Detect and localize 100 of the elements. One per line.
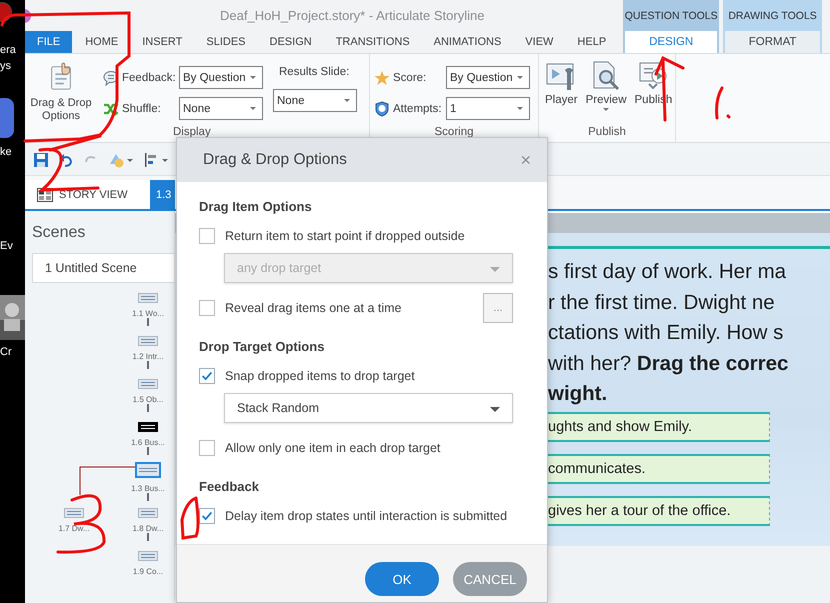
group-label: Publish bbox=[587, 126, 627, 140]
desktop-label: Ev bbox=[0, 240, 13, 253]
app-icon[interactable] bbox=[0, 98, 14, 138]
story-view-tab[interactable]: STORY VIEW bbox=[25, 180, 150, 209]
save-icon[interactable] bbox=[33, 152, 49, 168]
connector-pin bbox=[147, 404, 149, 412]
connector-pin bbox=[147, 533, 149, 541]
ribbon-tab[interactable]: VIEW bbox=[514, 31, 564, 53]
slide-label: 1.6 Bus... bbox=[131, 438, 165, 447]
slide-thumbnail[interactable] bbox=[138, 508, 158, 518]
ribbon-tab[interactable]: SLIDES bbox=[195, 31, 257, 53]
dropdown-arrow-icon bbox=[490, 407, 500, 412]
question-text: with her? Drag the correc bbox=[548, 350, 790, 376]
ribbon-tab[interactable]: TRANSITIONS bbox=[324, 31, 421, 53]
dropdown-arrow-icon bbox=[250, 107, 256, 110]
dropdown[interactable]: Stack Random bbox=[224, 393, 513, 423]
ribbon-button[interactable]: Player bbox=[543, 60, 580, 126]
drag-item[interactable]: ughts and show Emily. bbox=[548, 412, 770, 442]
slide-thumbnail[interactable] bbox=[135, 462, 161, 478]
desktop-label: era bbox=[0, 44, 16, 57]
checkbox[interactable] bbox=[199, 368, 215, 384]
shuffle-dropdown[interactable]: None bbox=[179, 97, 263, 120]
field-label: Results Slide: bbox=[279, 66, 350, 78]
checkbox-label: Snap dropped items to drop target bbox=[225, 369, 416, 383]
slide-label: 1.1 Wo... bbox=[132, 309, 164, 318]
field-label: Score: bbox=[393, 72, 428, 84]
score-dropdown[interactable]: By Question bbox=[446, 66, 530, 89]
feedback-dropdown[interactable]: By Question bbox=[179, 66, 263, 89]
slide-label: 1.5 Ob... bbox=[132, 395, 164, 404]
group-label: Display bbox=[172, 126, 212, 140]
slide-thumbnail[interactable] bbox=[138, 551, 158, 561]
ribbon-tab[interactable]: FORMAT bbox=[725, 31, 820, 53]
drag-item[interactable]: communicates. bbox=[548, 454, 770, 484]
dropdown-arrow-icon bbox=[250, 76, 256, 79]
ribbon-tab[interactable]: HOME bbox=[74, 31, 130, 53]
checkbox[interactable] bbox=[199, 440, 215, 456]
dialog-title: Drag & Drop Options bbox=[203, 151, 347, 169]
slide-label: 1.2 Intr... bbox=[132, 352, 164, 361]
section-heading: Drop Target Options bbox=[199, 338, 326, 356]
drag-drop-options-button[interactable]: Drag & Drop Options bbox=[29, 60, 93, 123]
field-label: Attempts: bbox=[393, 102, 443, 114]
connector-pin bbox=[147, 493, 149, 501]
desktop-label: ke bbox=[0, 146, 12, 159]
handwritten-one bbox=[713, 85, 731, 121]
context-group-label: DRAWING TOOLS bbox=[727, 8, 818, 24]
scene-dropdown[interactable]: 1 Untitled Scene bbox=[32, 253, 174, 283]
slide-thumbnail[interactable] bbox=[138, 336, 158, 346]
attempts-dropdown[interactable]: 1 bbox=[446, 97, 530, 120]
slide-label: 1.8 Dw... bbox=[132, 524, 164, 533]
section-heading: Drag Item Options bbox=[199, 198, 313, 216]
desktop-label: Cr bbox=[0, 346, 12, 359]
ok-button[interactable]: OK bbox=[365, 562, 439, 596]
slide-label: 1.7 Dw... bbox=[58, 524, 90, 533]
slide-thumbnail[interactable] bbox=[138, 379, 158, 389]
ribbon-button[interactable]: Preview bbox=[584, 60, 629, 126]
checkbox-label: Return item to start point if dropped outside bbox=[225, 229, 466, 243]
shield-icon bbox=[374, 100, 390, 116]
dropdown-arrow-icon bbox=[517, 107, 523, 110]
dropdown-arrow-icon bbox=[517, 76, 523, 79]
ribbon-tab[interactable]: DESIGN bbox=[625, 31, 718, 53]
slide-label: 1.9 Co... bbox=[132, 567, 164, 576]
ribbon-tab[interactable]: INSERT bbox=[131, 31, 194, 53]
checkbox-label: Allow only one item in each drop target bbox=[225, 441, 442, 455]
star-icon bbox=[374, 70, 390, 86]
slide-label: 1.3 Bus... bbox=[131, 484, 165, 493]
ribbon-tab[interactable]: DESIGN bbox=[258, 31, 323, 53]
connector-pin bbox=[147, 447, 149, 455]
slide-thumbnail[interactable] bbox=[138, 422, 158, 432]
screen-play-icon bbox=[637, 60, 670, 92]
panel-title: Scenes bbox=[32, 223, 86, 243]
context-group-label: QUESTION TOOLS bbox=[625, 8, 718, 24]
ribbon-tab[interactable]: HELP bbox=[566, 31, 618, 53]
slide-thumbnail[interactable] bbox=[138, 293, 158, 303]
slide-thumbnail[interactable] bbox=[64, 508, 84, 518]
question-text: wight. bbox=[548, 381, 608, 407]
shape-fill-icon[interactable] bbox=[108, 152, 134, 168]
window-title: Deaf_HoH_Project.story* - Articulate Storyline bbox=[220, 8, 484, 24]
ribbon-tab[interactable]: ANIMATIONS bbox=[422, 31, 512, 53]
question-text: s first day of work. Her ma bbox=[548, 259, 788, 285]
align-icon[interactable] bbox=[143, 152, 169, 168]
checkbox[interactable] bbox=[199, 508, 215, 524]
checkbox-label: Delay item drop states until interaction is submitted bbox=[225, 509, 508, 523]
dropdown-arrow-icon bbox=[344, 99, 350, 102]
question-text: ctations with Emily. How s bbox=[548, 320, 784, 346]
drag-item[interactable]: gives her a tour of the office. bbox=[548, 496, 770, 526]
connector-pin bbox=[147, 361, 149, 369]
slide-tab[interactable]: 1.3 bbox=[150, 180, 176, 209]
results-slide-dropdown[interactable]: None bbox=[273, 89, 357, 112]
desktop-label: ys bbox=[0, 60, 11, 73]
section-heading: Feedback bbox=[199, 478, 260, 496]
dropdown-arrow-icon bbox=[490, 267, 500, 272]
pen-stroke bbox=[47, 133, 103, 153]
checkbox[interactable] bbox=[199, 300, 215, 316]
ribbon-tab[interactable]: FILE bbox=[25, 31, 72, 53]
group-label: Scoring bbox=[434, 126, 474, 140]
checkbox[interactable] bbox=[199, 228, 215, 244]
field-label: Shuffle: bbox=[122, 102, 162, 114]
field-label: Feedback: bbox=[122, 72, 177, 84]
checkbox-label: Reveal drag items one at a time bbox=[225, 301, 402, 315]
connector-pin bbox=[147, 318, 149, 326]
